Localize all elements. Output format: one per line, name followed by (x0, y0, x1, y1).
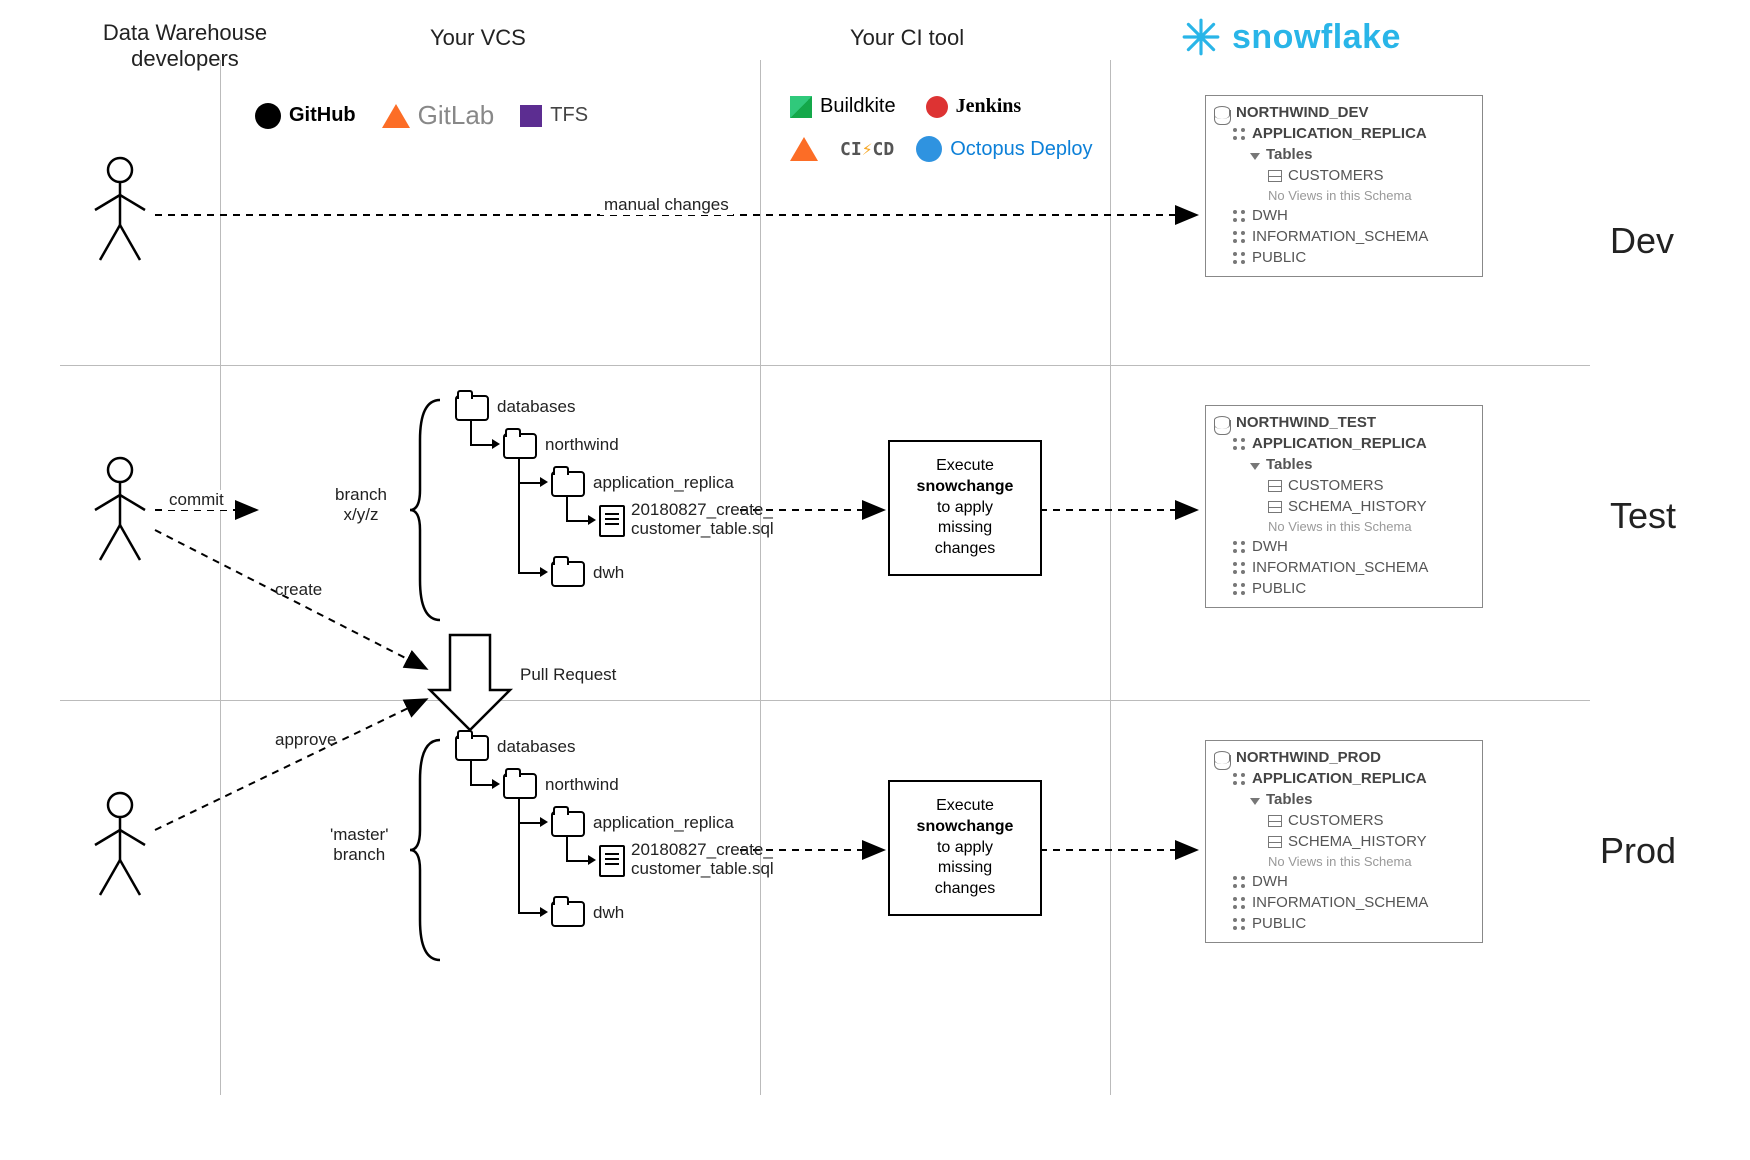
github-icon (255, 103, 281, 129)
file-icon (599, 845, 625, 877)
db-panel-test: NORTHWIND_TEST APPLICATION_REPLICA Table… (1205, 405, 1483, 608)
vcs-logos: GitHub GitLab TFS (255, 100, 588, 131)
table-icon (1268, 815, 1282, 827)
arrow-label-manual-changes: manual changes (600, 195, 733, 215)
folder-icon (551, 811, 585, 837)
buildkite-icon (790, 96, 812, 118)
file-sql: 20180827_create_ customer_table.sql (631, 841, 774, 878)
label-master-branch: 'master' branch (330, 825, 388, 865)
logo-jenkins: Jenkins (926, 95, 1022, 118)
folder-dwh: dwh (593, 903, 624, 923)
folder-databases: databases (497, 737, 575, 757)
folder-app-replica: application_replica (593, 473, 734, 493)
database-icon (1214, 106, 1230, 119)
execute-box-prod: Execute snowchange to apply missing chan… (888, 780, 1042, 916)
folder-app-replica: application_replica (593, 813, 734, 833)
folder-northwind: northwind (545, 775, 619, 795)
env-label-dev: Dev (1610, 220, 1674, 262)
env-label-prod: Prod (1600, 830, 1676, 872)
schema-icon (1232, 251, 1246, 265)
folder-icon (455, 395, 489, 421)
database-icon (1214, 751, 1230, 764)
gitlab-ci-icon (790, 137, 818, 161)
pull-request-arrow (430, 635, 510, 740)
schema-icon (1232, 209, 1246, 223)
file-icon (599, 505, 625, 537)
table-icon (1268, 836, 1282, 848)
jenkins-icon (926, 96, 948, 118)
arrow-label-approve: approve (275, 730, 336, 750)
actor-dev-2 (85, 455, 155, 570)
tree-expand-icon (1250, 463, 1260, 470)
label-branch-xyz: branch x/y/z (335, 485, 387, 525)
folder-icon (551, 471, 585, 497)
schema-icon (1232, 127, 1246, 141)
schema-icon (1232, 875, 1246, 889)
folder-northwind: northwind (545, 435, 619, 455)
column-header-vcs: Your VCS (430, 25, 526, 51)
arrow-label-commit: commit (165, 490, 228, 510)
table-icon (1268, 480, 1282, 492)
brace-master (410, 740, 450, 965)
schema-icon (1232, 437, 1246, 451)
actor-dev-3 (85, 790, 155, 905)
snowflake-icon (1180, 16, 1222, 58)
arrows-layer (0, 0, 1750, 1160)
actor-dev-1 (85, 155, 155, 270)
folder-icon (503, 433, 537, 459)
tfs-icon (520, 105, 542, 127)
arrow-label-create: create (275, 580, 322, 600)
execute-box-test: Execute snowchange to apply missing chan… (888, 440, 1042, 576)
schema-icon (1232, 582, 1246, 596)
folder-tree-prod: databases northwind application_replica … (455, 735, 755, 955)
diagram-root: { "columns": { "devs": "Data Warehouse\n… (0, 0, 1750, 1160)
schema-icon (1232, 561, 1246, 575)
tree-expand-icon (1250, 153, 1260, 160)
snowflake-label: snowflake (1232, 18, 1401, 57)
file-sql: 20180827_create_ customer_table.sql (631, 501, 774, 538)
logo-github: GitHub (255, 103, 356, 129)
divider-vertical-3 (1110, 60, 1111, 1095)
ci-logos: Buildkite Jenkins CI⚡CD Octopus Deploy (790, 95, 1093, 162)
logo-tfs: TFS (520, 104, 588, 127)
folder-databases: databases (497, 397, 575, 417)
schema-icon (1232, 917, 1246, 931)
table-icon (1268, 170, 1282, 182)
schema-icon (1232, 230, 1246, 244)
folder-dwh: dwh (593, 563, 624, 583)
divider-vertical-2 (760, 60, 761, 1095)
label-pull-request: Pull Request (520, 665, 616, 685)
gitlab-icon (382, 104, 410, 128)
folder-icon (455, 735, 489, 761)
env-label-test: Test (1610, 495, 1676, 537)
divider-horizontal-1 (60, 365, 1590, 366)
database-icon (1214, 416, 1230, 429)
column-header-developers: Data Warehouse developers (85, 20, 285, 72)
tree-expand-icon (1250, 798, 1260, 805)
folder-icon (551, 561, 585, 587)
folder-tree-test: databases northwind application_replica … (455, 395, 755, 615)
cico-label: CI⚡CD (840, 139, 894, 160)
logo-gitlab: GitLab (382, 100, 495, 131)
db-panel-prod: NORTHWIND_PROD APPLICATION_REPLICA Table… (1205, 740, 1483, 943)
schema-icon (1232, 540, 1246, 554)
folder-icon (551, 901, 585, 927)
table-icon (1268, 501, 1282, 513)
folder-icon (503, 773, 537, 799)
column-header-ci: Your CI tool (850, 25, 964, 51)
brace-branch-xyz (410, 400, 450, 625)
logo-octopus: Octopus Deploy (916, 136, 1092, 162)
schema-icon (1232, 772, 1246, 786)
db-panel-dev: NORTHWIND_DEV APPLICATION_REPLICA Tables… (1205, 95, 1483, 277)
snowflake-brand: snowflake (1180, 16, 1401, 58)
octopus-icon (916, 136, 942, 162)
divider-vertical-1 (220, 60, 221, 1095)
divider-horizontal-2 (60, 700, 1590, 701)
schema-icon (1232, 896, 1246, 910)
logo-buildkite: Buildkite (790, 95, 896, 118)
